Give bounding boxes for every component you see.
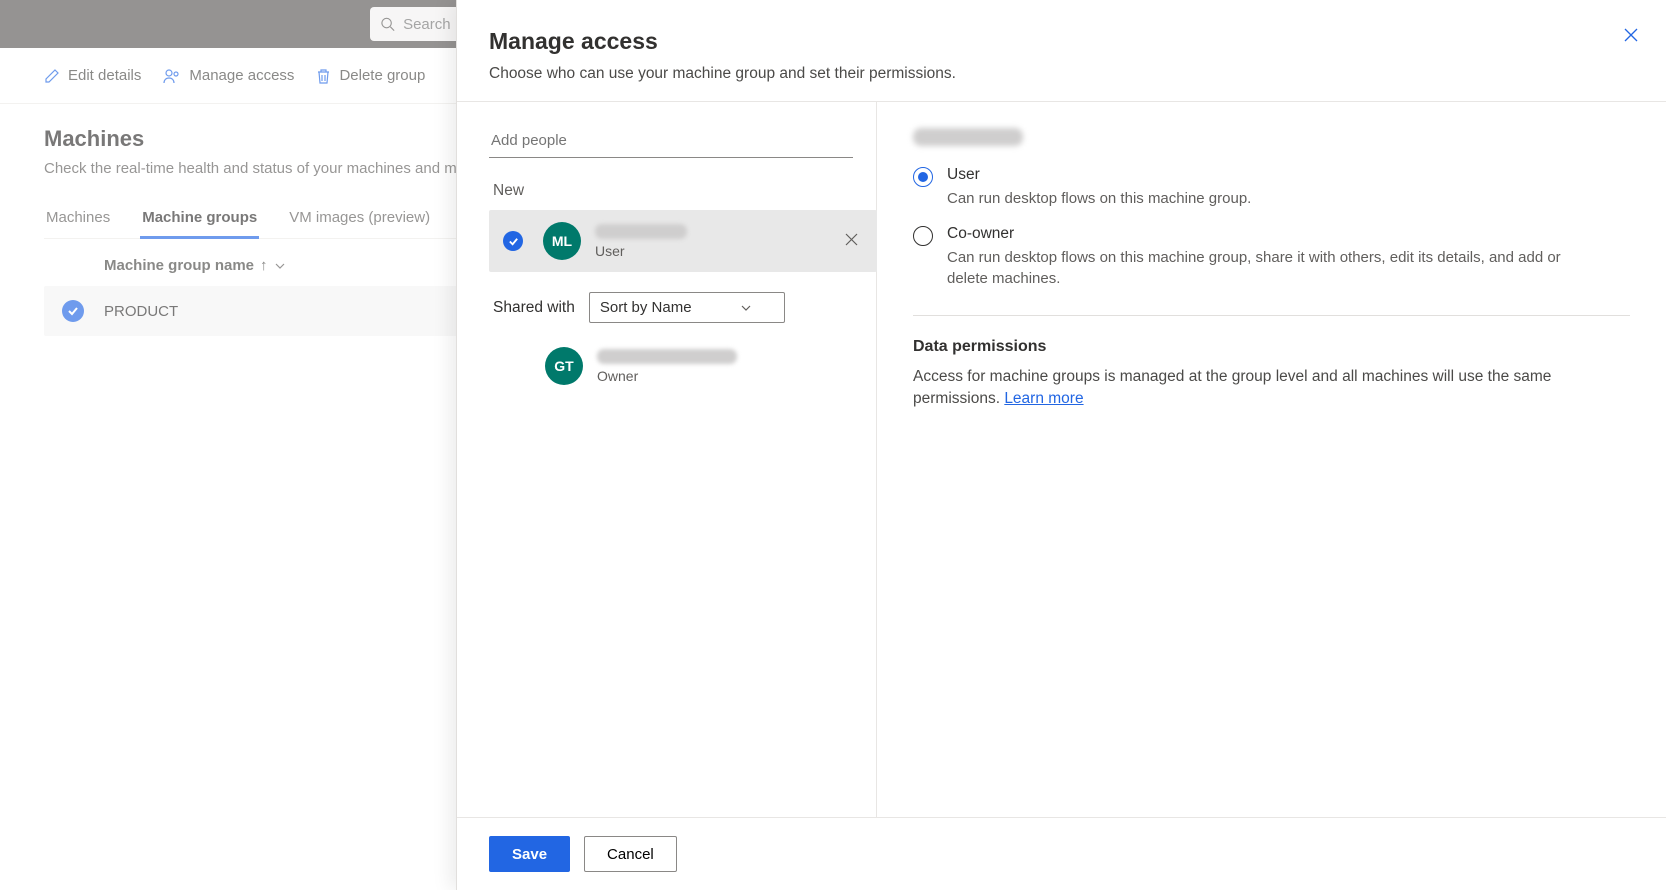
tab-machine-groups[interactable]: Machine groups: [140, 199, 259, 239]
close-icon: [1622, 26, 1640, 44]
row-selected-icon[interactable]: [62, 300, 84, 322]
add-people-input[interactable]: [489, 124, 853, 158]
edit-details-button[interactable]: Edit details: [44, 67, 141, 84]
delete-group-button[interactable]: Delete group: [316, 67, 425, 84]
person-row-shared[interactable]: GT Owner: [489, 335, 877, 397]
data-permissions-text: Access for machine groups is managed at …: [913, 366, 1630, 411]
divider: [913, 315, 1630, 316]
radio-unchecked-icon: [913, 226, 933, 246]
col-name-label: Machine group name: [104, 257, 254, 274]
cmd-label: Manage access: [189, 67, 294, 84]
person-role: Owner: [597, 368, 863, 384]
panel-footer: Save Cancel: [457, 817, 1666, 890]
panel-title: Manage access: [489, 28, 1634, 55]
panel-left-column: New ML User Shared with Sort by Name: [457, 102, 877, 817]
close-button[interactable]: [1622, 26, 1640, 47]
learn-more-link[interactable]: Learn more: [1004, 390, 1083, 407]
save-button[interactable]: Save: [489, 836, 570, 872]
cmd-label: Edit details: [68, 67, 141, 84]
role-desc: Can run desktop flows on this machine gr…: [947, 247, 1567, 289]
role-coowner-option[interactable]: Co-owner Can run desktop flows on this m…: [913, 225, 1630, 289]
people-icon: [163, 68, 181, 84]
person-role: User: [595, 243, 840, 259]
person-name-redacted: [595, 224, 687, 239]
cmd-label: Delete group: [339, 67, 425, 84]
panel-subtitle: Choose who can use your machine group an…: [489, 65, 1634, 83]
sort-asc-icon: ↑: [260, 257, 268, 274]
selected-check-icon: [503, 231, 523, 251]
role-radio-group: User Can run desktop flows on this machi…: [913, 166, 1630, 289]
close-icon: [844, 232, 859, 247]
role-desc: Can run desktop flows on this machine gr…: [947, 188, 1251, 209]
tab-machines[interactable]: Machines: [44, 199, 112, 239]
role-label: User: [947, 166, 1251, 184]
trash-icon: [316, 68, 331, 84]
data-permissions-title: Data permissions: [913, 338, 1630, 356]
pencil-icon: [44, 68, 60, 84]
selected-person-name-redacted: [913, 128, 1023, 146]
sort-value: Sort by Name: [600, 299, 692, 316]
person-row-new[interactable]: ML User: [489, 210, 877, 272]
avatar: ML: [543, 222, 581, 260]
manage-access-panel: Manage access Choose who can use your ma…: [456, 0, 1666, 890]
avatar: GT: [545, 347, 583, 385]
search-icon: [380, 16, 395, 32]
remove-person-button[interactable]: [840, 228, 863, 254]
radio-checked-icon: [913, 167, 933, 187]
cancel-button[interactable]: Cancel: [584, 836, 677, 872]
manage-access-button[interactable]: Manage access: [163, 67, 294, 84]
person-name-redacted: [597, 349, 737, 364]
tab-vm-images[interactable]: VM images (preview): [287, 199, 432, 239]
role-label: Co-owner: [947, 225, 1567, 243]
sort-select[interactable]: Sort by Name: [589, 292, 785, 323]
panel-right-column: User Can run desktop flows on this machi…: [877, 102, 1666, 817]
shared-with-label: Shared with: [493, 299, 575, 317]
chevron-down-icon: [274, 260, 286, 272]
chevron-down-icon: [740, 302, 752, 314]
role-user-option[interactable]: User Can run desktop flows on this machi…: [913, 166, 1630, 209]
new-section-label: New: [493, 182, 876, 200]
